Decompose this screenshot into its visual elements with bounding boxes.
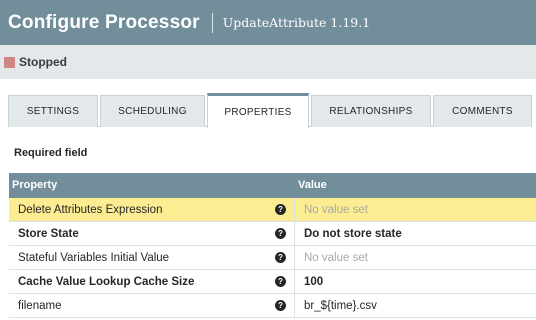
property-name: filename [18, 300, 62, 312]
column-divider [294, 198, 295, 222]
tab-scheduling[interactable]: SCHEDULING [100, 95, 205, 127]
processor-type-label: UpdateAttribute 1.19.1 [222, 15, 371, 30]
table-row[interactable]: Cache Value Lookup Cache Size ? 100 [9, 270, 536, 294]
property-value[interactable]: 100 [304, 276, 323, 288]
tab-strip: SETTINGS SCHEDULING PROPERTIES RELATIONS… [8, 93, 532, 128]
table-row[interactable]: Delete Attributes Expression ? No value … [9, 198, 536, 222]
property-value[interactable]: br_${time}.csv [304, 300, 377, 312]
column-divider [294, 246, 295, 270]
table-header: Property Value [9, 173, 536, 198]
stopped-icon [4, 56, 15, 68]
tabs-area: SETTINGS SCHEDULING PROPERTIES RELATIONS… [0, 79, 536, 128]
property-value[interactable]: No value set [304, 252, 368, 264]
help-icon[interactable]: ? [275, 228, 286, 239]
tab-settings[interactable]: SETTINGS [8, 95, 98, 127]
status-bar: Stopped [0, 45, 536, 79]
required-field-label: Required field [14, 147, 88, 159]
property-value[interactable]: Do not store state [304, 228, 402, 240]
tab-properties[interactable]: PROPERTIES [207, 93, 309, 128]
property-name: Cache Value Lookup Cache Size [18, 276, 195, 288]
column-divider [294, 270, 295, 294]
header-separator [211, 12, 213, 33]
tab-relationships[interactable]: RELATIONSHIPS [311, 95, 431, 127]
properties-table: Property Value Delete Attributes Express… [9, 173, 536, 318]
help-icon[interactable]: ? [275, 204, 286, 215]
help-icon[interactable]: ? [275, 276, 286, 287]
status-label: Stopped [19, 55, 67, 69]
property-name: Stateful Variables Initial Value [18, 252, 170, 264]
table-row[interactable]: Stateful Variables Initial Value ? No va… [9, 246, 536, 270]
column-divider [294, 294, 295, 318]
dialog-header: Configure Processor UpdateAttribute 1.19… [0, 0, 536, 45]
table-row[interactable]: filename ? br_${time}.csv [9, 294, 536, 318]
tab-comments[interactable]: COMMENTS [433, 95, 532, 127]
property-name: Delete Attributes Expression [18, 204, 163, 216]
dialog-title: Configure Processor [8, 11, 200, 33]
property-name: Store State [18, 228, 79, 240]
column-header-property[interactable]: Property [12, 179, 57, 191]
property-value[interactable]: No value set [304, 204, 368, 216]
column-header-value[interactable]: Value [298, 179, 327, 191]
column-divider [294, 222, 295, 246]
help-icon[interactable]: ? [275, 252, 286, 263]
help-icon[interactable]: ? [275, 300, 286, 311]
table-row[interactable]: Store State ? Do not store state [9, 222, 536, 246]
